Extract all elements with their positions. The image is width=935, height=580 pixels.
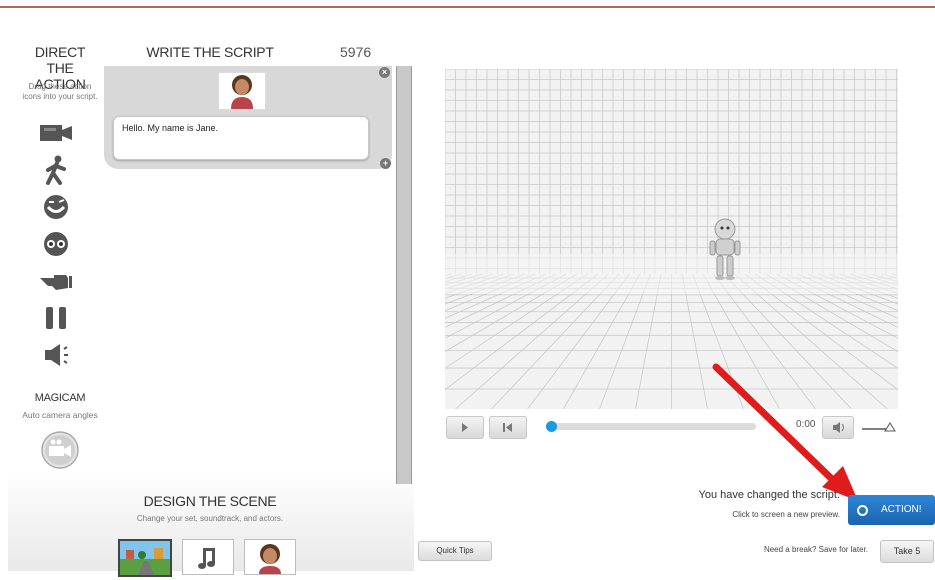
pause-icon[interactable] — [36, 303, 76, 333]
rewind-button[interactable] — [489, 416, 527, 439]
camera-icon[interactable] — [36, 118, 76, 148]
design-title: DESIGN THE SCENE — [143, 493, 277, 509]
expression-icon[interactable] — [36, 192, 76, 222]
quick-tips-button[interactable]: Quick Tips — [418, 541, 492, 561]
progress-handle[interactable] — [546, 421, 557, 432]
sound-icon[interactable] — [36, 340, 76, 370]
record-icon — [857, 505, 868, 516]
walk-icon[interactable] — [36, 155, 76, 185]
action-button[interactable]: ACTION! — [848, 495, 935, 525]
design-subtitle: Change your set, soundtrack, and actors. — [136, 514, 284, 523]
top-divider — [0, 6, 935, 8]
play-icon — [462, 423, 468, 432]
set-landscape-icon — [120, 541, 170, 575]
script-line-text: Hello. My name is Jane. — [122, 123, 219, 133]
take-5-button[interactable]: Take 5 — [880, 540, 934, 563]
robot-actor — [709, 218, 741, 280]
music-note-icon — [198, 548, 215, 569]
actor-thumbnail[interactable] — [218, 72, 266, 110]
direct-subtitle-line1: Drag these action — [28, 82, 92, 91]
soundtrack-button[interactable] — [182, 539, 234, 575]
char-count: 5976 — [340, 44, 372, 60]
preview-message: Click to screen a new preview. — [732, 510, 840, 519]
direct-title-line1: DIRECT — [34, 44, 86, 60]
gesture-icon[interactable] — [36, 266, 76, 296]
direct-subtitle-line2: icons into your script. — [22, 92, 98, 101]
add-line-button[interactable]: + — [380, 158, 391, 169]
magicam-title: MAGICAM — [34, 392, 86, 404]
break-message: Need a break? Save for later. — [763, 545, 868, 554]
magicam-button[interactable] — [38, 430, 82, 470]
rewind-icon — [503, 423, 512, 432]
play-button[interactable] — [446, 416, 484, 439]
script-line-input[interactable]: Hello. My name is Jane. — [113, 116, 369, 160]
actors-button[interactable] — [244, 539, 296, 575]
script-title: WRITE THE SCRIPT — [146, 44, 274, 60]
eyes-icon[interactable] — [36, 229, 76, 259]
changed-message: You have changed the script. — [698, 489, 840, 501]
magicam-subtitle: Auto camera angles — [22, 410, 98, 420]
script-scrollbar[interactable] — [396, 66, 412, 484]
set-button[interactable] — [118, 539, 172, 577]
delete-line-button[interactable]: × — [379, 67, 390, 78]
direct-subtitle: Drag these action icons into your script… — [18, 82, 102, 102]
actor-face-icon — [259, 544, 281, 574]
actor-avatar-icon — [231, 75, 253, 109]
action-button-label: ACTION! — [881, 504, 922, 515]
